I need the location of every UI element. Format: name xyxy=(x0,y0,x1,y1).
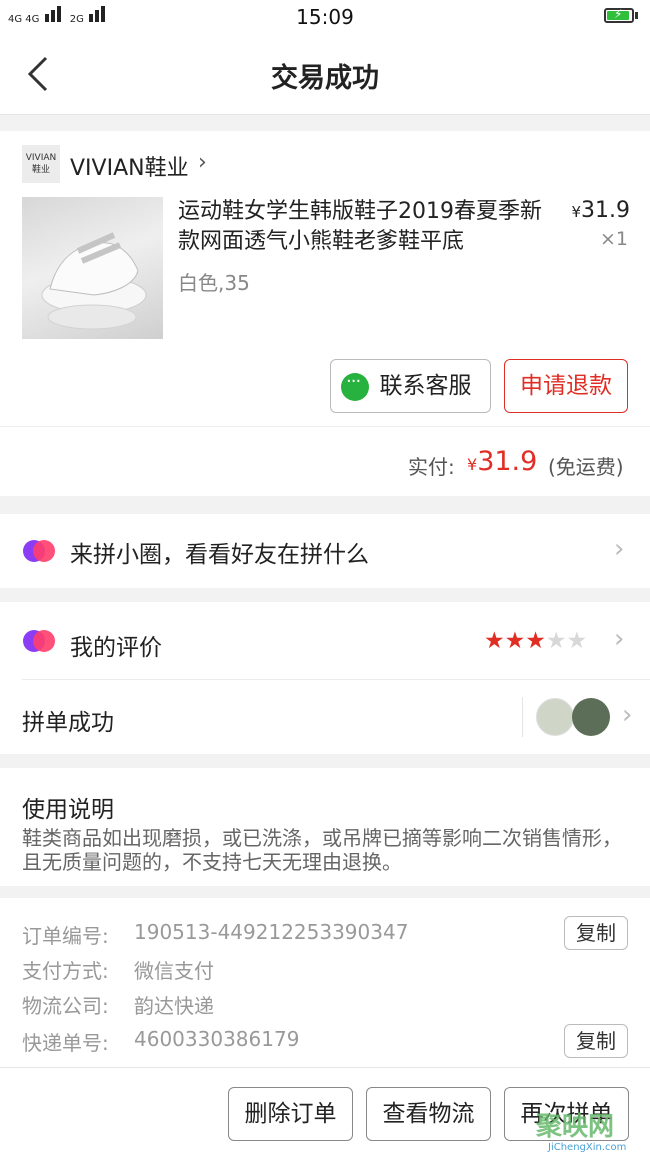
pinxiaoquan-icon xyxy=(23,540,55,562)
copy-order-button[interactable]: 复制 xyxy=(564,916,628,950)
divider xyxy=(522,697,523,737)
avatar[interactable] xyxy=(572,698,610,736)
divider xyxy=(0,426,650,427)
sneaker-icon xyxy=(41,232,147,330)
product-sku: 白色,35 xyxy=(178,271,250,295)
paid-value: 31.9 xyxy=(477,446,538,477)
order-number-value: 190513-449212253390347 xyxy=(134,920,409,944)
watermark-logo: 聚映网 xyxy=(536,1112,615,1142)
chat-icon: ··· xyxy=(341,371,369,401)
rating-stars: ★★★★★ xyxy=(484,628,587,654)
payment-method-label: 支付方式: xyxy=(22,959,109,983)
star-icon: ★ xyxy=(484,628,505,654)
paid-currency: ¥ xyxy=(467,455,478,474)
tracking-number-label: 快递单号: xyxy=(22,1031,109,1055)
usage-body: 鞋类商品如出现磨损，或已洗涤，或吊牌已摘等影响二次销售情形，且无质量问题的，不支… xyxy=(22,826,622,874)
price-value: 31.9 xyxy=(581,198,630,223)
group-success-label[interactable]: 拼单成功 xyxy=(22,703,114,737)
price-currency: ¥ xyxy=(571,203,582,221)
tracking-number-value: 4600330386179 xyxy=(134,1027,300,1051)
paid-label: 实付: xyxy=(408,455,455,479)
divider xyxy=(22,679,650,680)
friend-circle-label: 来拼小圈，看看好友在拼什么 xyxy=(70,542,369,568)
shop-logo-subtext: 鞋业 xyxy=(31,165,50,175)
watermark-url: JiChengXin.com xyxy=(548,1142,627,1153)
chevron-right-icon[interactable]: › xyxy=(198,150,207,175)
payment-method-value: 微信支付 xyxy=(134,959,214,983)
logistics-company-label: 物流公司: xyxy=(22,994,109,1018)
battery-icon: ⚡ xyxy=(604,7,634,23)
delete-order-button[interactable]: 删除订单 xyxy=(228,1087,353,1141)
order-number-label: 订单编号: xyxy=(22,924,109,948)
star-icon: ★ xyxy=(545,628,567,654)
chevron-right-icon: › xyxy=(614,534,625,564)
product-image[interactable] xyxy=(22,197,163,339)
logistics-company-value: 韵达快递 xyxy=(134,994,214,1018)
star-icon: ★ xyxy=(504,628,526,654)
usage-title: 使用说明 xyxy=(22,797,114,823)
product-quantity: ×1 xyxy=(599,228,628,250)
copy-tracking-button[interactable]: 复制 xyxy=(564,1024,628,1058)
paid-amount: ¥31.9 xyxy=(467,446,537,477)
my-review-label[interactable]: 我的评价 xyxy=(70,628,162,662)
product-price: ¥31.9 xyxy=(560,198,630,223)
battery-tip xyxy=(635,12,638,19)
shipping-note: (免运费) xyxy=(548,455,624,479)
product-title[interactable]: 运动鞋女学生韩版鞋子2019春夏季新款网面透气小熊鞋老爹鞋平底 xyxy=(178,197,548,257)
page-title: 交易成功 xyxy=(271,63,379,94)
status-time: 15:09 xyxy=(296,5,354,29)
avatar[interactable] xyxy=(536,698,574,736)
shop-logo-text: VIVIAN xyxy=(25,153,57,163)
view-logistics-button[interactable]: 查看物流 xyxy=(366,1087,491,1141)
chevron-right-icon[interactable]: › xyxy=(614,624,624,654)
review-icon xyxy=(23,630,55,652)
chevron-right-icon[interactable]: › xyxy=(622,700,632,730)
star-icon: ★ xyxy=(525,628,546,654)
shop-logo[interactable]: VIVIAN 鞋业 xyxy=(22,145,60,183)
shop-name[interactable]: VIVIAN鞋业 xyxy=(70,150,189,182)
refund-button[interactable]: 申请退款 xyxy=(504,359,628,413)
star-icon: ★ xyxy=(566,628,588,654)
